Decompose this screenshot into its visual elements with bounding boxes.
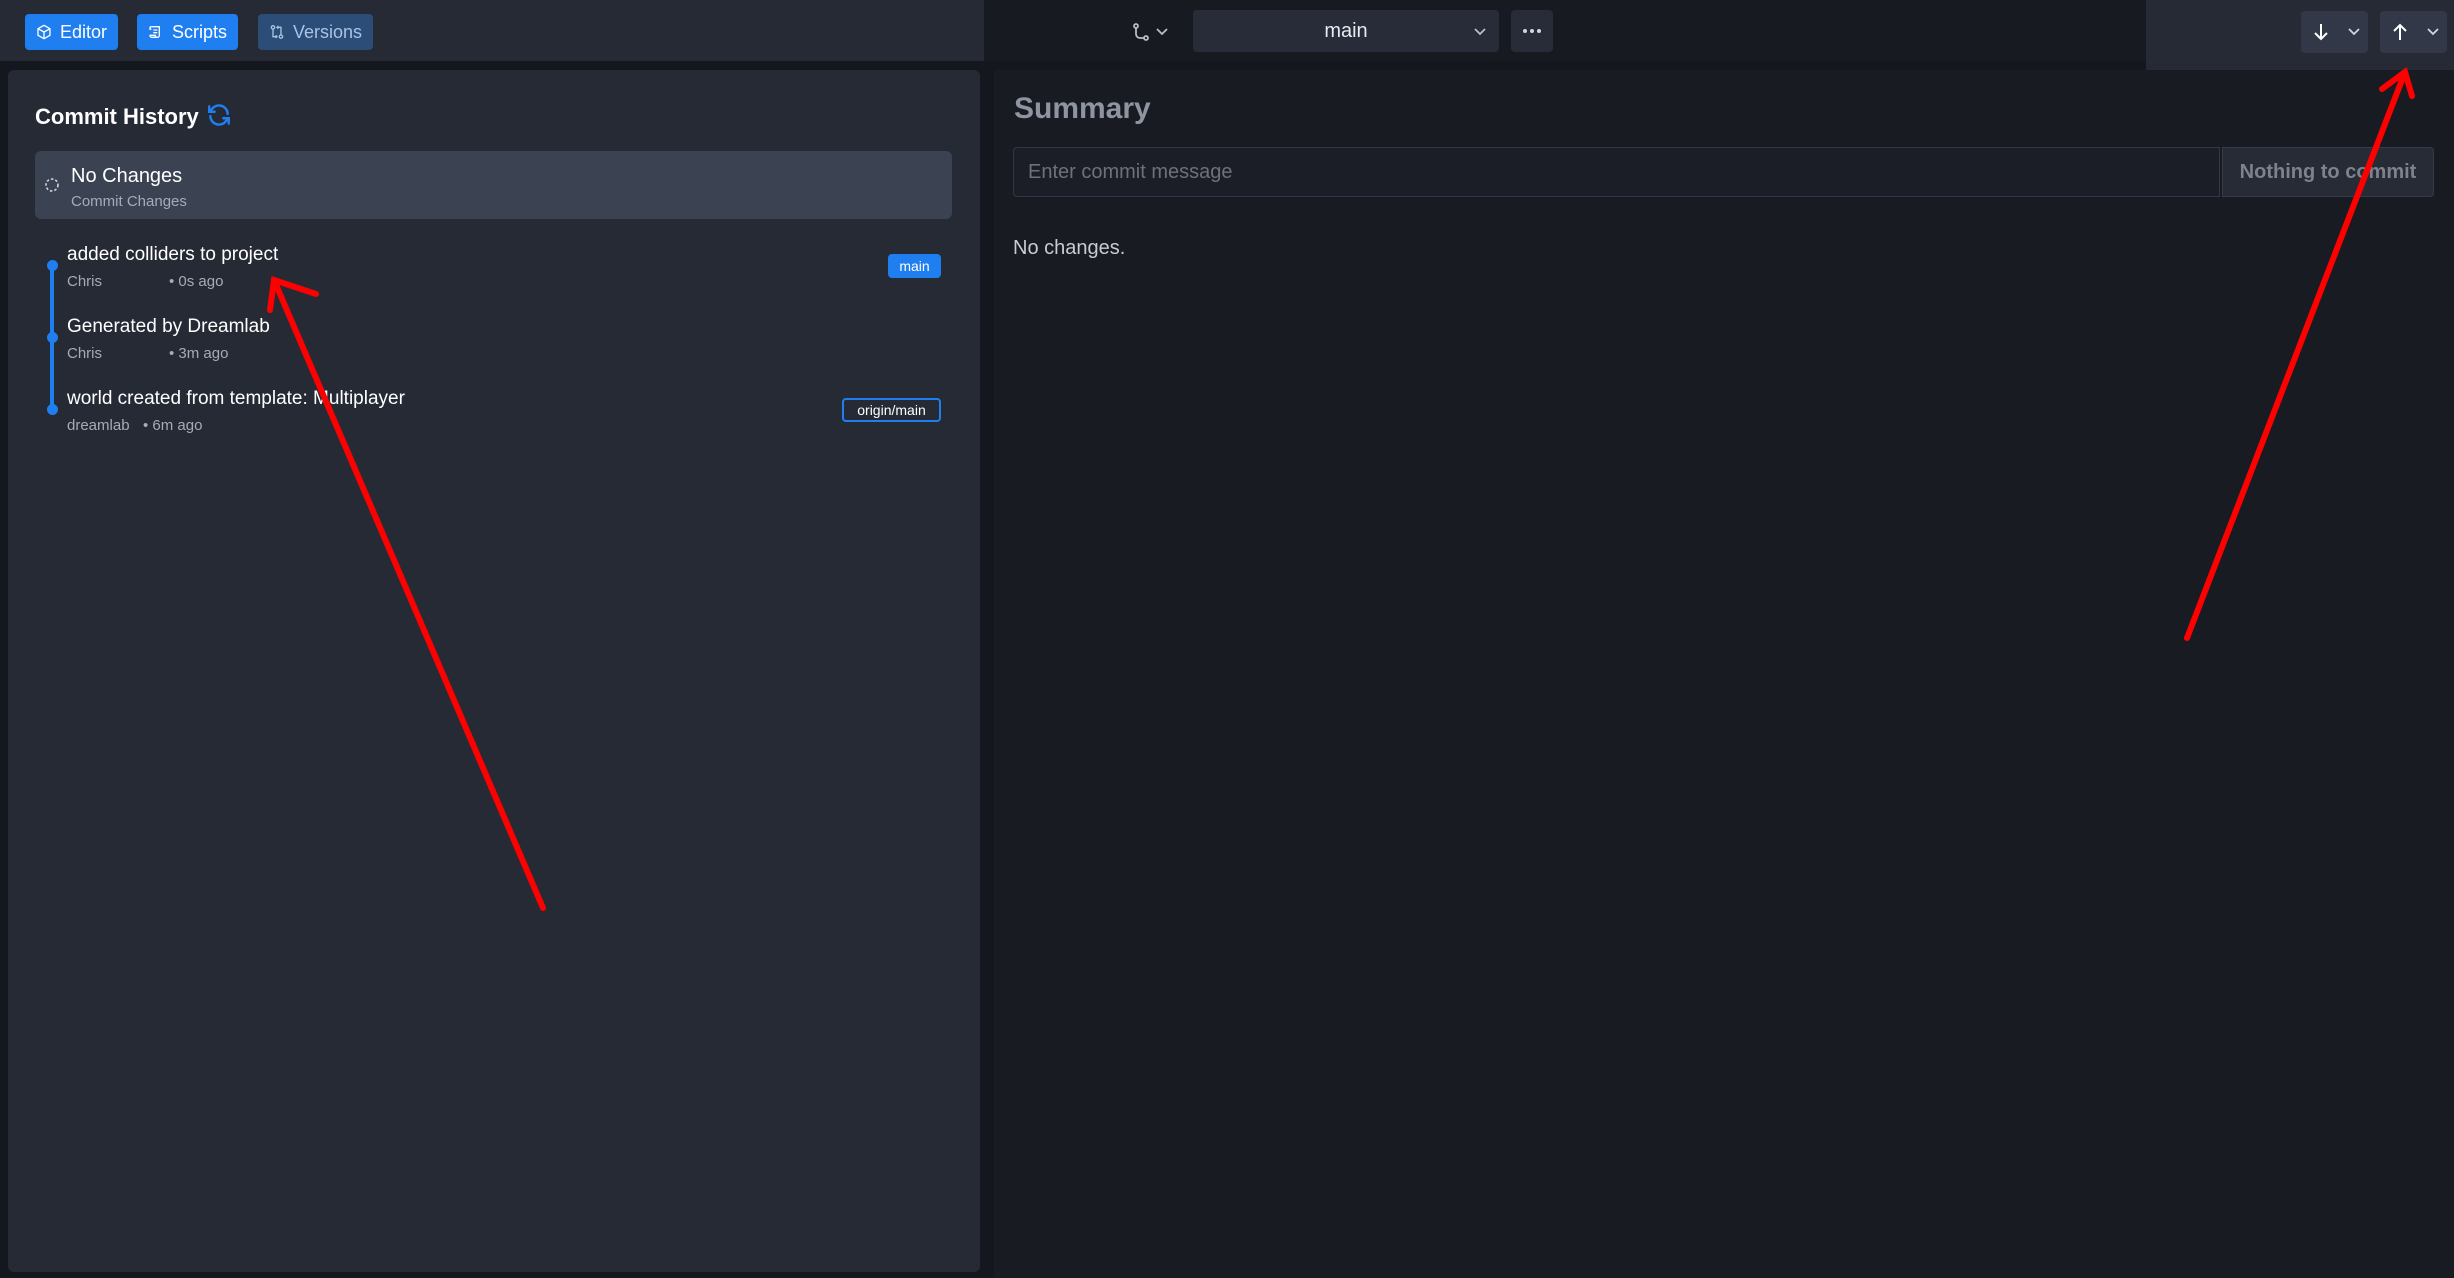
push-options-dropdown[interactable] xyxy=(2420,11,2446,53)
arrow-down-icon xyxy=(2314,24,2328,41)
pull-options-dropdown[interactable] xyxy=(2341,11,2367,53)
branch-select-value: main xyxy=(1324,19,1368,42)
remote-branch-badge: origin/main xyxy=(842,398,941,422)
chevron-down-icon xyxy=(1156,28,1168,36)
commit-author: Chris xyxy=(67,273,103,290)
summary-panel: Summary Nothing to commit No changes. xyxy=(994,70,2454,1278)
commit-time: • 3m ago xyxy=(169,345,229,362)
commit-history-panel: Commit History No Changes Commit Changes… xyxy=(8,70,980,1272)
cube-icon xyxy=(37,24,51,40)
commit-button[interactable]: Nothing to commit xyxy=(2222,147,2434,197)
commit-dot xyxy=(47,332,58,343)
refresh-icon[interactable] xyxy=(206,102,232,128)
commit-dot xyxy=(47,404,58,415)
top-toolbar: Editor Scripts Versions main xyxy=(0,0,2454,61)
pending-title: No Changes xyxy=(71,165,183,187)
commit-time: • 0s ago xyxy=(169,273,224,290)
commit-time: • 6m ago xyxy=(143,417,203,434)
more-options-button[interactable] xyxy=(1511,10,1553,52)
chevron-down-icon xyxy=(2348,28,2360,36)
commit-author: Chris xyxy=(67,345,103,362)
tab-scripts-label: Scripts xyxy=(171,21,227,42)
chevron-down-icon xyxy=(1474,28,1486,36)
branch-menu-button[interactable] xyxy=(1126,14,1174,50)
panel-title: Commit History xyxy=(35,104,199,129)
tab-versions[interactable]: Versions xyxy=(258,14,373,50)
pull-button-group xyxy=(2301,11,2368,53)
commit-item[interactable]: added colliders to project Chris • 0s ag… xyxy=(43,244,960,304)
tab-editor[interactable]: Editor xyxy=(25,14,118,50)
push-button[interactable] xyxy=(2380,11,2420,53)
commit-item[interactable]: Generated by Dreamlab Chris • 3m ago xyxy=(43,316,960,376)
commit-dot xyxy=(47,260,58,271)
commit-message: world created from template: Multiplayer xyxy=(67,388,405,409)
changes-status: No changes. xyxy=(1013,237,1126,259)
git-compare-icon xyxy=(270,25,284,39)
git-branch-icon xyxy=(1133,23,1149,41)
tab-editor-label: Editor xyxy=(59,21,107,42)
push-button-group xyxy=(2380,11,2447,53)
commit-author: dreamlab xyxy=(67,417,130,434)
pending-changes-item[interactable]: No Changes Commit Changes xyxy=(35,151,952,219)
scroll-icon xyxy=(149,26,160,38)
commit-message: added colliders to project xyxy=(67,244,279,265)
branch-select[interactable]: main xyxy=(1193,10,1499,52)
commit-message: Generated by Dreamlab xyxy=(67,316,270,337)
ellipsis-icon xyxy=(1523,29,1541,33)
commit-message-input[interactable] xyxy=(1013,147,2220,197)
tab-scripts[interactable]: Scripts xyxy=(137,14,238,50)
arrow-up-icon xyxy=(2393,23,2407,40)
summary-title: Summary xyxy=(1014,92,1151,125)
loading-icon xyxy=(45,178,59,192)
tab-versions-label: Versions xyxy=(292,21,362,42)
chevron-down-icon xyxy=(2427,28,2439,36)
branch-badge: main xyxy=(888,254,941,278)
pending-subtitle: Commit Changes xyxy=(71,193,187,210)
commit-item[interactable]: world created from template: Multiplayer… xyxy=(43,388,960,448)
pull-button[interactable] xyxy=(2301,11,2341,53)
app-window: Editor Scripts Versions main Commit Hist… xyxy=(0,0,2454,1278)
